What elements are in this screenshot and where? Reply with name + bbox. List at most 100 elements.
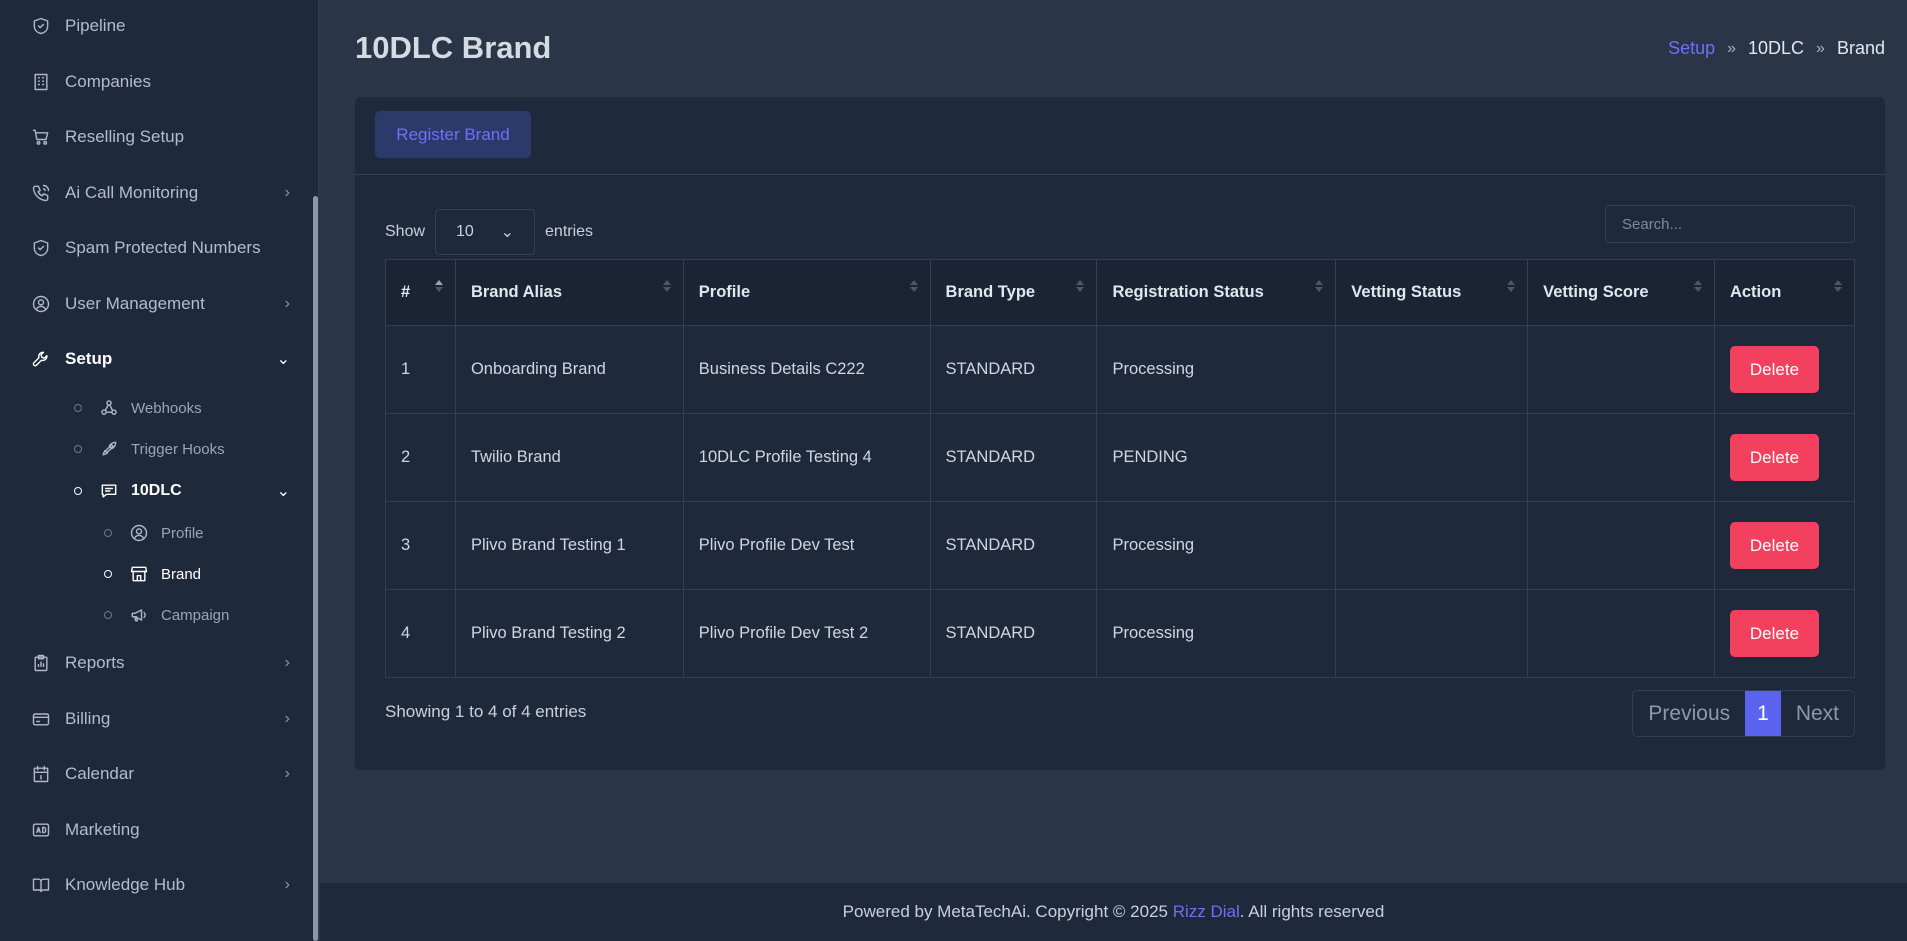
- cell-vetting-score: [1527, 325, 1715, 414]
- sidebar-item-reports[interactable]: Reports ›: [30, 648, 290, 678]
- phone-icon: [30, 182, 52, 204]
- sidebar-item-ai-call-monitoring[interactable]: Ai Call Monitoring ›: [30, 178, 290, 208]
- footer: Powered by MetaTechAi. Copyright © 2025 …: [320, 883, 1907, 941]
- cell-registration-status: Processing: [1096, 589, 1337, 678]
- delete-button[interactable]: Delete: [1729, 434, 1819, 481]
- column-header-profile[interactable]: Profile: [682, 259, 931, 326]
- cell-brand-alias: Onboarding Brand: [454, 325, 684, 414]
- brand-card: Register Brand Show 10 ⌄ entries # Brand…: [355, 97, 1885, 770]
- sidebar-subitem-profile[interactable]: Profile: [104, 519, 204, 547]
- cell-brand-alias: Plivo Brand Testing 2: [454, 589, 684, 678]
- sidebar-item-label: Knowledge Hub: [65, 875, 186, 894]
- breadcrumb-brand: Brand: [1836, 38, 1885, 58]
- cell-brand-type: STANDARD: [929, 589, 1098, 678]
- table-row: 1 Onboarding Brand Business Details C222…: [385, 325, 1856, 414]
- column-header-vetting-score[interactable]: Vetting Score: [1527, 259, 1715, 326]
- cell-profile: Business Details C222: [682, 325, 931, 414]
- sidebar-scrollbar[interactable]: [313, 196, 318, 941]
- table-header-row: # Brand Alias Profile Brand Type Registr…: [385, 259, 1856, 326]
- column-header-action[interactable]: Action: [1713, 259, 1856, 326]
- page-length-control: Show 10 ⌄ entries: [385, 209, 593, 255]
- cell-number: 1: [385, 325, 456, 414]
- sort-icon: [1315, 280, 1324, 292]
- sidebar-item-calendar[interactable]: Calendar ›: [30, 759, 290, 789]
- ad-icon: [30, 819, 52, 841]
- sidebar-subitem-trigger-hooks[interactable]: Trigger Hooks: [74, 435, 225, 463]
- sidebar-item-marketing[interactable]: Marketing: [30, 815, 290, 845]
- clipboard-icon: [30, 652, 52, 674]
- sidebar-item-label: Billing: [65, 709, 111, 728]
- footer-brand-link[interactable]: Rizz Dial: [1173, 902, 1240, 922]
- sidebar-subitem-brand[interactable]: Brand: [104, 560, 201, 588]
- sidebar-item-setup[interactable]: Setup ⌄: [30, 344, 290, 374]
- delete-button[interactable]: Delete: [1729, 522, 1819, 569]
- shield-icon: [30, 15, 52, 37]
- card-icon: [30, 708, 52, 730]
- user-circle-icon: [128, 522, 150, 544]
- card-header: Register Brand: [355, 97, 1885, 175]
- chevron-double-right-icon: »: [1727, 39, 1737, 57]
- sidebar-subitem-label: Webhooks: [131, 399, 202, 417]
- sidebar-item-user-management[interactable]: User Management ›: [30, 289, 290, 319]
- column-header-brand-alias[interactable]: Brand Alias: [454, 259, 684, 326]
- cell-number: 3: [385, 501, 456, 590]
- cell-vetting-score: [1527, 413, 1715, 502]
- page-1-button[interactable]: 1: [1745, 691, 1781, 736]
- register-brand-button[interactable]: Register Brand: [375, 111, 531, 158]
- sidebar-item-reselling-setup[interactable]: Reselling Setup: [30, 122, 290, 152]
- footer-suffix: . All rights reserved: [1239, 902, 1385, 921]
- bullet-icon: [74, 404, 82, 412]
- table-row: 4 Plivo Brand Testing 2 Plivo Profile De…: [385, 589, 1856, 678]
- sidebar-subitem-label: Brand: [161, 565, 202, 583]
- cell-registration-status: PENDING: [1096, 413, 1337, 502]
- entries-label: entries: [545, 223, 594, 240]
- chevron-right-icon: ›: [284, 184, 290, 201]
- sidebar: Pipeline Companies Reselling Setup Ai Ca…: [0, 0, 319, 941]
- breadcrumb-10dlc: 10DLC: [1748, 38, 1805, 58]
- sidebar-subitem-webhooks[interactable]: Webhooks: [74, 394, 202, 422]
- cart-icon: [30, 126, 52, 148]
- page-length-select[interactable]: 10 ⌄: [435, 209, 536, 255]
- rocket-icon: [98, 438, 120, 460]
- sidebar-item-label: Companies: [65, 72, 151, 91]
- bullet-icon: [104, 570, 112, 578]
- column-header-vetting-status[interactable]: Vetting Status: [1335, 259, 1529, 326]
- chevron-down-icon: ⌄: [500, 224, 515, 241]
- cell-vetting-score: [1527, 589, 1715, 678]
- cell-action: Delete: [1713, 413, 1856, 502]
- column-header-registration-status[interactable]: Registration Status: [1096, 259, 1337, 326]
- cell-profile: Plivo Profile Dev Test 2: [682, 589, 931, 678]
- column-header-number[interactable]: #: [385, 259, 456, 326]
- cell-brand-alias: Plivo Brand Testing 1: [454, 501, 684, 590]
- sidebar-item-knowledge-hub[interactable]: Knowledge Hub ›: [30, 870, 290, 900]
- pagination: Previous 1 Next: [1632, 690, 1855, 737]
- store-icon: [128, 563, 150, 585]
- delete-button[interactable]: Delete: [1729, 346, 1819, 393]
- chevron-right-icon: ›: [284, 295, 290, 312]
- previous-page-button[interactable]: Previous: [1633, 691, 1745, 736]
- sidebar-item-label: Setup: [65, 349, 113, 368]
- sort-icon: [434, 280, 443, 292]
- cell-number: 2: [385, 413, 456, 502]
- sidebar-item-pipeline[interactable]: Pipeline: [30, 11, 290, 41]
- breadcrumb-setup-link[interactable]: Setup: [1668, 38, 1715, 59]
- sort-icon: [1834, 280, 1842, 292]
- search-input[interactable]: [1605, 205, 1855, 243]
- cell-brand-alias: Twilio Brand: [454, 413, 684, 502]
- sidebar-item-label: Calendar: [65, 764, 134, 783]
- brands-table: # Brand Alias Profile Brand Type Registr…: [385, 259, 1856, 678]
- sidebar-subitem-10dlc[interactable]: 10DLC ⌄: [74, 477, 290, 505]
- next-page-button[interactable]: Next: [1781, 691, 1854, 736]
- sidebar-item-billing[interactable]: Billing ›: [30, 704, 290, 734]
- delete-button[interactable]: Delete: [1729, 610, 1819, 657]
- table-info: Showing 1 to 4 of 4 entries: [385, 702, 587, 721]
- chevron-right-icon: ›: [284, 765, 290, 782]
- sidebar-item-spam-protected-numbers[interactable]: Spam Protected Numbers: [30, 233, 290, 263]
- column-header-brand-type[interactable]: Brand Type: [929, 259, 1098, 326]
- sort-icon: [909, 280, 918, 292]
- sidebar-subitem-campaign[interactable]: Campaign: [104, 601, 229, 629]
- sidebar-item-companies[interactable]: Companies: [30, 67, 290, 97]
- sort-icon: [1076, 280, 1085, 292]
- sidebar-subitem-label: Campaign: [161, 606, 230, 624]
- sidebar-subitem-label: Profile: [161, 524, 204, 542]
